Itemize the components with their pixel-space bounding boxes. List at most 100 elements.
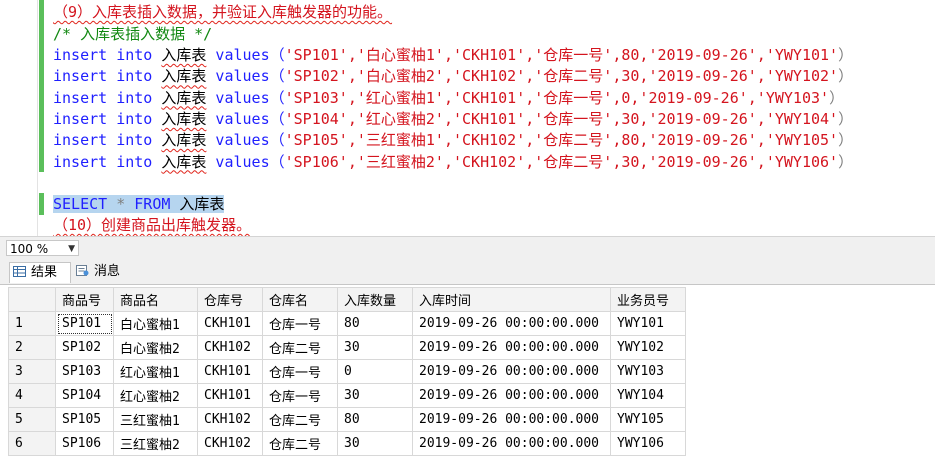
keyword-from: FROM <box>134 195 171 213</box>
table-row[interactable]: 3 SP103 红心蜜柚1 CKH101 仓库一号 0 2019-09-26 00:00:0… <box>8 359 686 384</box>
table-cell[interactable]: 2019-09-26 00:00:00.000 <box>412 431 611 456</box>
table-cell[interactable]: 2019-09-26 00:00:00.000 <box>412 359 611 384</box>
table-cell[interactable]: 三红蜜柚1 <box>113 407 198 432</box>
table-row[interactable]: 6 SP106 三红蜜柚2 CKH102 仓库二号 30 2019-09-26 00:00:… <box>8 431 686 456</box>
tab-messages-label: 消息 <box>94 264 121 279</box>
row-number[interactable]: 3 <box>8 359 56 384</box>
table-cell[interactable]: 白心蜜柚1 <box>113 311 198 336</box>
table-cell[interactable]: 仓库一号 <box>262 311 338 336</box>
column-header[interactable]: 入库时间 <box>412 287 611 312</box>
table-cell[interactable]: 仓库二号 <box>262 407 338 432</box>
table-cell[interactable]: SP103 <box>55 359 114 384</box>
column-header[interactable]: 入库数量 <box>337 287 413 312</box>
table-cell[interactable]: CKH101 <box>197 359 263 384</box>
table-cell[interactable]: SP106 <box>55 431 114 456</box>
table-cell[interactable]: CKH101 <box>197 383 263 408</box>
column-header[interactable]: 商品名 <box>113 287 198 312</box>
table-cell[interactable]: YWY104 <box>610 383 686 408</box>
table-cell[interactable]: CKH102 <box>197 335 263 360</box>
table-cell[interactable]: YWY106 <box>610 431 686 456</box>
keyword-select: SELECT <box>53 195 108 213</box>
table-cell[interactable]: 仓库二号 <box>262 431 338 456</box>
table-row[interactable]: 1 SP101 白心蜜柚1 CKH101 仓库一号 80 2019-09-26 00:00:… <box>8 311 686 336</box>
keyword-insert-into: insert into <box>53 109 162 128</box>
table-cell[interactable]: 红心蜜柚1 <box>113 359 198 384</box>
table-cell[interactable]: YWY102 <box>610 335 686 360</box>
table-cell[interactable]: 80 <box>337 311 413 336</box>
keyword-values: values（ <box>206 88 285 107</box>
table-cell[interactable]: SP104 <box>55 383 114 408</box>
row-number[interactable]: 2 <box>8 335 56 360</box>
code-line-insert[interactable]: insert into 入库表 values（'SP106','三红蜜柚2','… <box>53 152 853 172</box>
keyword-insert-into: insert into <box>53 67 162 86</box>
code-line-comment-9[interactable]: （9）入库表插入数据，并验证入库触发器的功能。 <box>53 2 392 22</box>
tab-messages[interactable]: 消息 <box>73 262 135 283</box>
table-cell[interactable]: CKH102 <box>197 431 263 456</box>
keyword-insert-into: insert into <box>53 46 162 64</box>
code-line-insert[interactable]: insert into 入库表 values（'SP102','白心蜜柚2','… <box>53 66 853 86</box>
table-header-row: 商品号 商品名 仓库号 仓库名 入库数量 入库时间 业务员号 <box>8 287 686 312</box>
code-line-insert[interactable]: insert into 入库表 values（'SP103','红心蜜柚1','… <box>53 88 844 108</box>
table-cell[interactable]: CKH102 <box>197 407 263 432</box>
code-line-insert[interactable]: insert into 入库表 values（'SP104','红心蜜柚2','… <box>53 109 853 129</box>
table-cell[interactable]: 2019-09-26 00:00:00.000 <box>412 335 611 360</box>
table-cell[interactable]: 30 <box>337 383 413 408</box>
table-cell[interactable]: 2019-09-26 00:00:00.000 <box>412 383 611 408</box>
code-line-comment-block[interactable]: /* 入库表插入数据 */ <box>53 24 212 44</box>
column-header[interactable]: 商品号 <box>55 287 114 312</box>
chevron-down-icon[interactable]: ▼ <box>68 241 75 257</box>
table-cell[interactable]: 2019-09-26 00:00:00.000 <box>412 407 611 432</box>
code-line-insert[interactable]: insert into 入库表 values（'SP105','三红蜜柚1','… <box>53 130 853 150</box>
zoom-dropdown[interactable]: 100 % ▼ <box>6 240 79 256</box>
tab-results[interactable]: 结果 <box>9 262 71 283</box>
table-row[interactable]: 2 SP102 白心蜜柚2 CKH102 仓库二号 30 2019-09-26 00:00:… <box>8 335 686 360</box>
closing-paren: ） <box>838 131 854 150</box>
results-table: 商品号 商品名 仓库号 仓库名 入库数量 入库时间 业务员号 1 SP101 白心蜜柚1 CKH1… <box>8 287 686 456</box>
query-editor[interactable]: （9）入库表插入数据，并验证入库触发器的功能。 /* 入库表插入数据 */ in… <box>0 0 935 236</box>
insert-values: 'SP103','红心蜜柚1','CKH101','仓库一号',0,'2019-… <box>284 88 830 107</box>
code-line-insert[interactable]: insert into 入库表 values（'SP101','白心蜜柚1','… <box>53 45 853 65</box>
code-line-select[interactable]: SELECT * FROM 入库表 <box>53 194 225 214</box>
change-indicator-bar <box>39 193 44 215</box>
insert-values: 'SP104','红心蜜柚2','CKH101','仓库一号',30,'2019… <box>284 109 839 128</box>
selected-text: SELECT * FROM 入库表 <box>53 195 225 213</box>
table-cell[interactable]: 30 <box>337 431 413 456</box>
table-cell[interactable]: YWY105 <box>610 407 686 432</box>
table-cell[interactable]: 2019-09-26 00:00:00.000 <box>412 311 611 336</box>
table-cell[interactable]: 30 <box>337 335 413 360</box>
message-icon <box>76 265 89 276</box>
table-cell[interactable]: 白心蜜柚2 <box>113 335 198 360</box>
table-cell[interactable]: 仓库一号 <box>262 359 338 384</box>
row-number[interactable]: 1 <box>8 311 56 336</box>
row-number[interactable]: 6 <box>8 431 56 456</box>
closing-paren: ） <box>829 88 845 107</box>
column-header[interactable]: 仓库号 <box>197 287 263 312</box>
table-name: 入库表 <box>161 88 207 107</box>
table-cell[interactable]: 仓库一号 <box>262 383 338 408</box>
code-line-comment-10[interactable]: （10）创建商品出库触发器。 <box>53 215 251 235</box>
table-cell[interactable]: YWY103 <box>610 359 686 384</box>
table-cell[interactable]: 仓库二号 <box>262 335 338 360</box>
closing-paren: ） <box>838 46 854 64</box>
select-star: * <box>107 195 135 213</box>
table-cell[interactable]: 三红蜜柚2 <box>113 431 198 456</box>
insert-values: 'SP102','白心蜜柚2','CKH102','仓库二号',30,'2019… <box>284 67 839 86</box>
table-row[interactable]: 5 SP105 三红蜜柚1 CKH102 仓库二号 80 2019-09-26 00:00:… <box>8 407 686 432</box>
table-cell[interactable]: 0 <box>337 359 413 384</box>
keyword-insert-into: insert into <box>53 88 162 107</box>
table-cell[interactable]: SP101 <box>55 311 114 336</box>
column-header[interactable]: 业务员号 <box>610 287 686 312</box>
table-cell[interactable]: SP102 <box>55 335 114 360</box>
row-number[interactable]: 4 <box>8 383 56 408</box>
row-number-header[interactable] <box>8 287 56 312</box>
table-cell[interactable]: CKH101 <box>197 311 263 336</box>
table-cell[interactable]: 80 <box>337 407 413 432</box>
results-grid[interactable]: 商品号 商品名 仓库号 仓库名 入库数量 入库时间 业务员号 1 SP101 白心蜜柚1 CKH1… <box>0 285 935 459</box>
row-number[interactable]: 5 <box>8 407 56 432</box>
table-cell[interactable]: YWY101 <box>610 311 686 336</box>
table-cell[interactable]: 红心蜜柚2 <box>113 383 198 408</box>
column-header[interactable]: 仓库名 <box>262 287 338 312</box>
keyword-insert-into: insert into <box>53 152 162 171</box>
table-cell[interactable]: SP105 <box>55 407 114 432</box>
table-row[interactable]: 4 SP104 红心蜜柚2 CKH101 仓库一号 30 2019-09-26 00:00:… <box>8 383 686 408</box>
